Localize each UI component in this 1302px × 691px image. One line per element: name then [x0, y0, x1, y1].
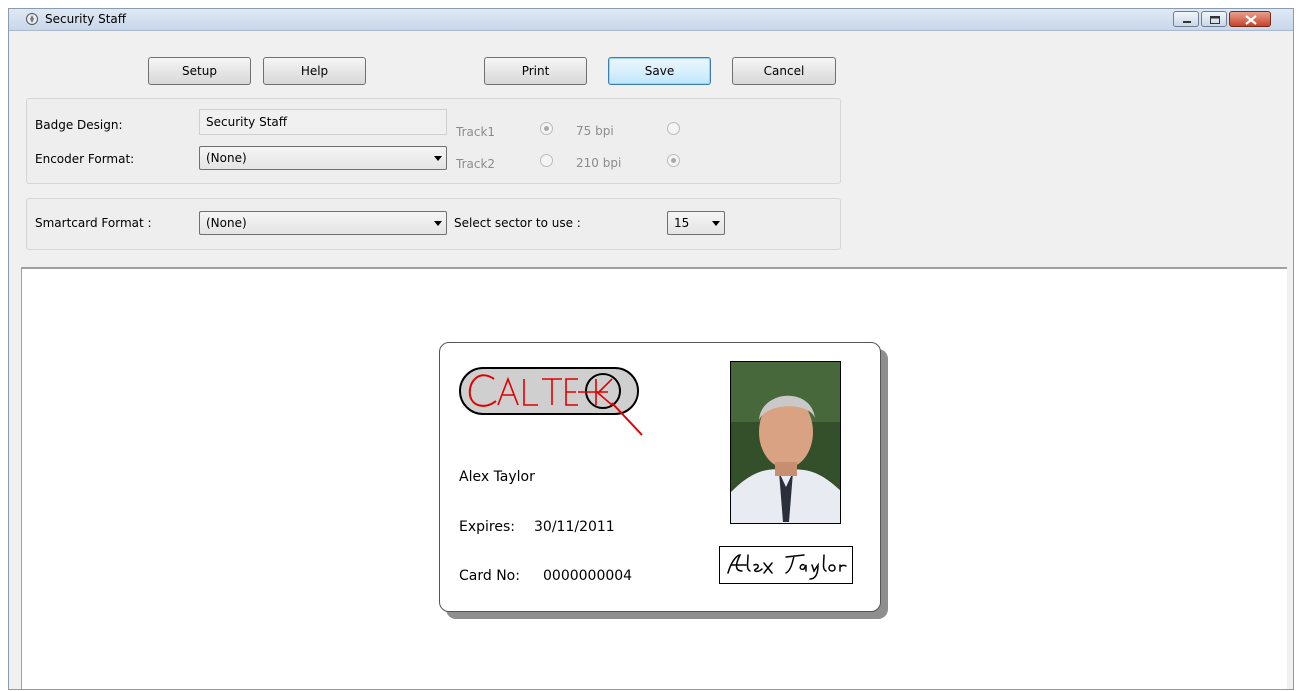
minimize-icon	[1183, 21, 1191, 23]
smartcard-format-select[interactable]: (None)	[199, 211, 447, 235]
title-bar: Security Staff	[9, 9, 1293, 31]
caltek-logo	[459, 367, 643, 436]
track1-210bpi-radio[interactable]	[667, 122, 680, 135]
minimize-button[interactable]	[1173, 11, 1199, 27]
track2-210bpi-radio[interactable]	[667, 154, 680, 167]
close-button[interactable]	[1229, 11, 1271, 27]
bpi210-label: 210 bpi	[576, 156, 622, 170]
chevron-down-icon	[434, 156, 442, 161]
setup-button[interactable]: Setup	[148, 57, 251, 85]
badge-design-field: Security Staff	[199, 109, 447, 135]
window-title: Security Staff	[45, 12, 127, 26]
cardholder-name: Alex Taylor	[459, 469, 535, 485]
bpi75-label: 75 bpi	[576, 124, 614, 138]
app-icon	[26, 13, 38, 25]
smartcard-group: Smartcard Format : (None) Select sector …	[26, 198, 841, 250]
signature-image	[727, 554, 847, 580]
sector-value: 15	[674, 216, 690, 230]
portrait-image	[731, 362, 840, 523]
smartcard-format-value: (None)	[206, 216, 247, 230]
encoder-format-label: Encoder Format:	[35, 152, 135, 166]
signature-box	[719, 546, 853, 584]
encoder-format-value: (None)	[206, 151, 247, 165]
cancel-button[interactable]: Cancel	[732, 57, 836, 85]
chevron-down-icon	[434, 221, 442, 226]
track2-label: Track2	[456, 157, 496, 171]
encoder-format-select[interactable]: (None)	[199, 146, 447, 170]
save-button[interactable]: Save	[608, 57, 711, 85]
card-no-value: 0000000004	[543, 568, 633, 584]
track1-label: Track1	[456, 125, 496, 139]
cardholder-photo	[730, 361, 841, 524]
maximize-button[interactable]	[1201, 11, 1227, 27]
help-button[interactable]: Help	[263, 57, 366, 85]
chevron-down-icon	[712, 221, 720, 226]
maximize-icon	[1210, 16, 1220, 24]
close-icon	[1245, 15, 1257, 25]
badge-card[interactable]: Alex Taylor Expires: 30/11/2011 Card No:…	[439, 342, 881, 612]
sector-select[interactable]: 15	[667, 211, 725, 235]
track1-75bpi-radio[interactable]	[540, 122, 553, 135]
print-button[interactable]: Print	[484, 57, 587, 85]
track2-75bpi-radio[interactable]	[540, 154, 553, 167]
smartcard-format-label: Smartcard Format :	[35, 216, 152, 230]
sector-label: Select sector to use :	[454, 216, 581, 230]
badge-design-label: Badge Design:	[35, 118, 123, 132]
expires-value: 30/11/2011	[534, 519, 615, 535]
encoding-group: Badge Design: Security Staff Encoder For…	[26, 98, 841, 184]
expires-label: Expires:	[459, 519, 515, 535]
card-no-label: Card No:	[459, 568, 520, 584]
